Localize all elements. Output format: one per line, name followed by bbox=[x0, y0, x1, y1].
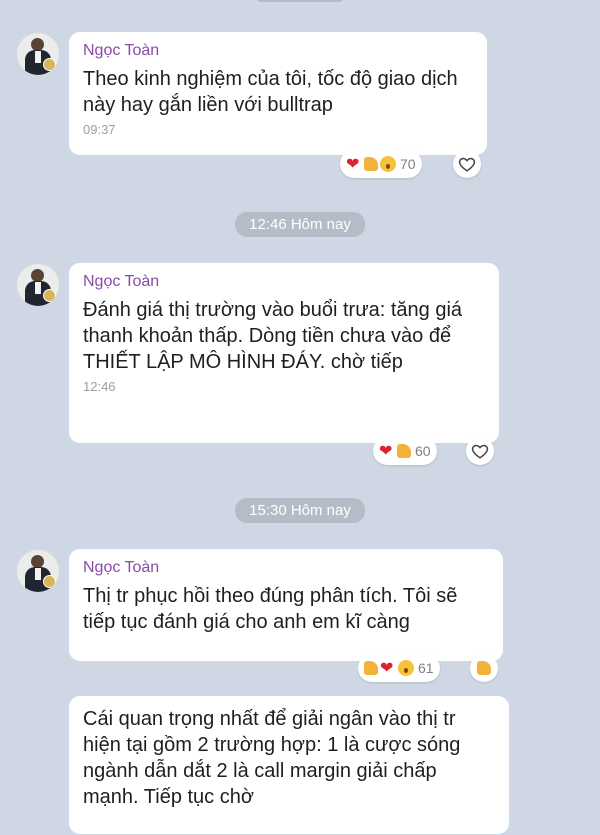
reactions-bar[interactable]: 60 bbox=[373, 437, 437, 465]
heart-icon bbox=[346, 154, 362, 174]
react-heart-button[interactable] bbox=[453, 150, 481, 178]
sender-avatar[interactable] bbox=[17, 550, 59, 592]
react-thumbs-up-button[interactable] bbox=[470, 654, 498, 682]
date-divider-partial bbox=[255, 0, 345, 2]
date-divider: 15:30 Hôm nay bbox=[235, 498, 365, 523]
admin-badge-icon bbox=[43, 58, 56, 71]
react-heart-button[interactable] bbox=[466, 437, 494, 465]
thumbs-up-icon bbox=[477, 661, 491, 675]
heart-outline-icon bbox=[458, 157, 476, 172]
sender-avatar[interactable] bbox=[17, 264, 59, 306]
reactions-bar[interactable]: 61 bbox=[358, 654, 440, 682]
message-text: Cái quan trọng nhất để giải ngân vào thị… bbox=[83, 708, 461, 808]
sender-name[interactable]: Ngọc Toàn bbox=[83, 559, 489, 577]
message-time: 09:37 bbox=[83, 122, 116, 137]
reaction-count: 61 bbox=[418, 660, 434, 676]
message-bubble[interactable]: Cái quan trọng nhất để giải ngân vào thị… bbox=[68, 695, 510, 835]
message-text: Thị tr phục hồi theo đúng phân tích. Tôi… bbox=[83, 585, 458, 633]
heart-icon bbox=[379, 441, 395, 461]
thumbs-up-icon bbox=[364, 157, 378, 171]
thumbs-up-icon bbox=[364, 661, 378, 675]
message-bubble[interactable]: Ngọc Toàn Theo kinh nghiệm của tôi, tốc … bbox=[68, 31, 488, 156]
sender-avatar[interactable] bbox=[17, 33, 59, 75]
message-time: 12:46 bbox=[83, 379, 116, 394]
wow-face-icon bbox=[398, 660, 414, 676]
admin-badge-icon bbox=[43, 575, 56, 588]
reactions-bar[interactable]: 70 bbox=[340, 150, 422, 178]
message-text: Theo kinh nghiệm của tôi, tốc độ giao dị… bbox=[83, 68, 458, 116]
date-divider: 12:46 Hôm nay bbox=[235, 212, 365, 237]
heart-outline-icon bbox=[471, 444, 489, 459]
reaction-count: 70 bbox=[400, 156, 416, 172]
sender-name[interactable]: Ngọc Toàn bbox=[83, 42, 473, 60]
thumbs-up-icon bbox=[397, 444, 411, 458]
wow-face-icon bbox=[380, 156, 396, 172]
message-bubble[interactable]: Ngọc Toàn Đánh giá thị trường vào buổi t… bbox=[68, 262, 500, 444]
message-text: Đánh giá thị trường vào buổi trưa: tăng … bbox=[83, 299, 463, 373]
message-bubble[interactable]: Ngọc Toàn Thị tr phục hồi theo đúng phân… bbox=[68, 548, 504, 662]
heart-icon bbox=[380, 658, 396, 678]
sender-name[interactable]: Ngọc Toàn bbox=[83, 273, 485, 291]
admin-badge-icon bbox=[43, 289, 56, 302]
reaction-count: 60 bbox=[415, 443, 431, 459]
